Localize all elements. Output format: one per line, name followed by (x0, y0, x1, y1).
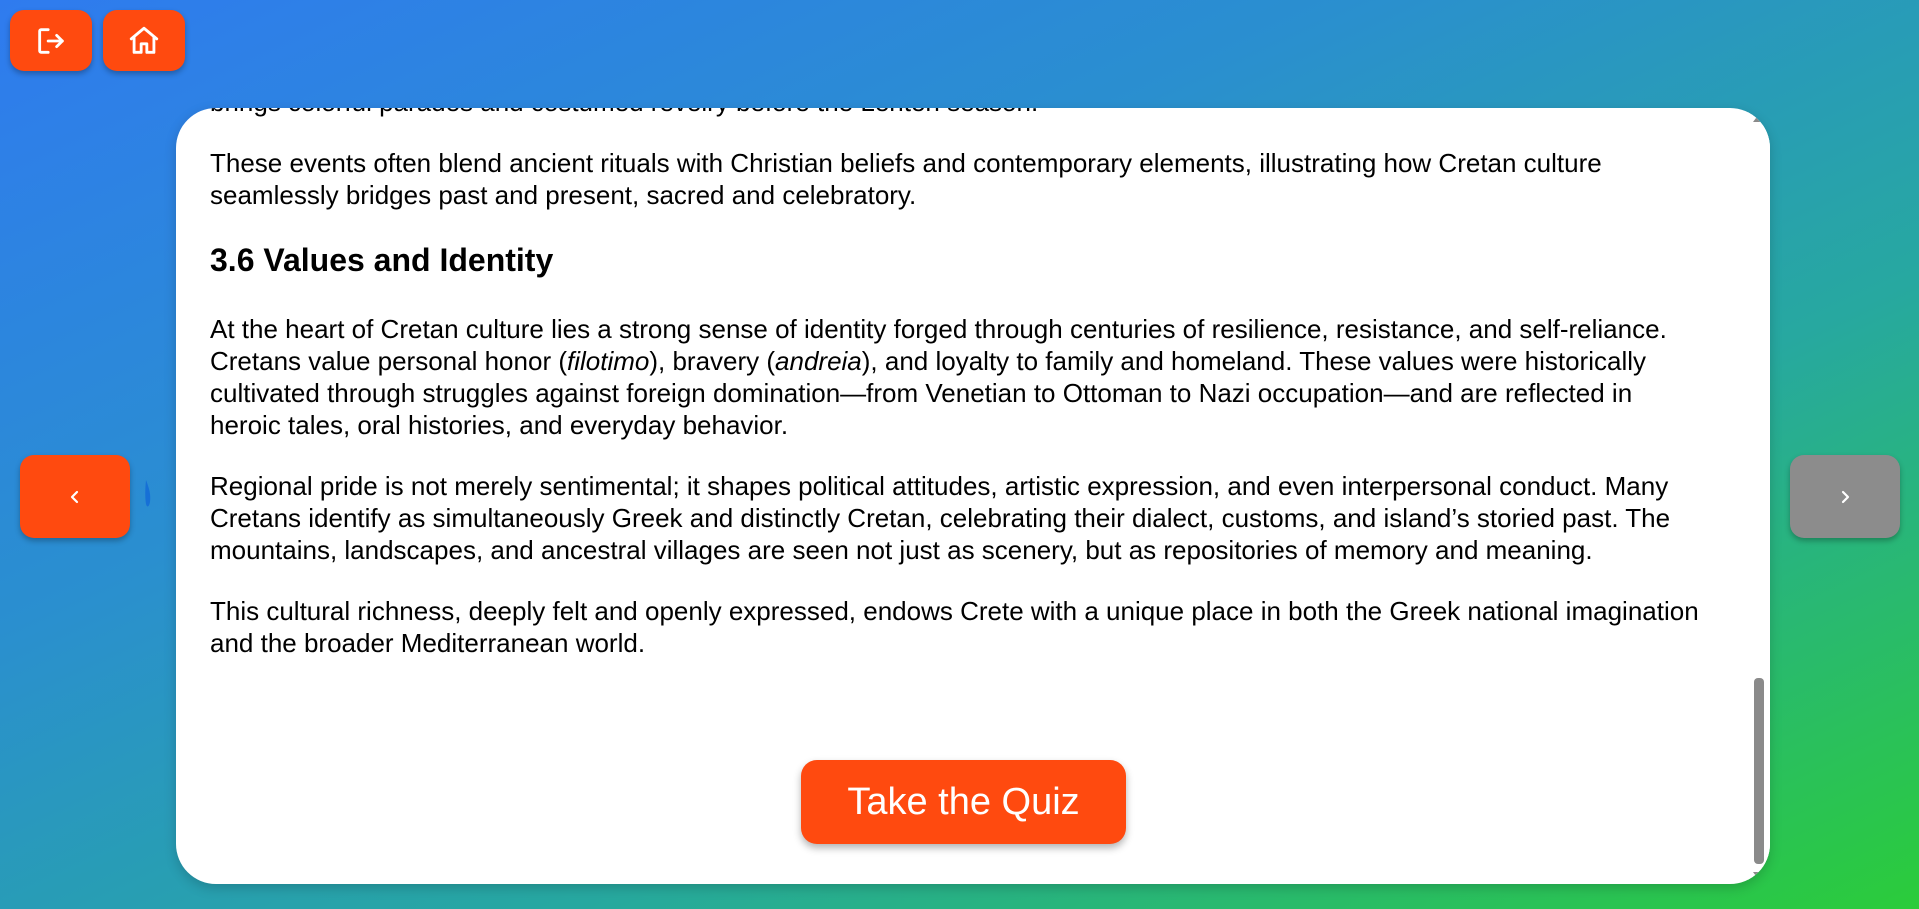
chevron-right-icon (1841, 490, 1850, 503)
scroll-down-arrow-icon[interactable] (1753, 872, 1765, 880)
logout-icon (38, 27, 64, 54)
paragraph-events: These events often blend ancient rituals… (210, 148, 1602, 210)
paragraph-pride: Regional pride is not merely sentimental… (210, 471, 1671, 565)
term-andreia: andreia (775, 346, 862, 376)
paragraph-heart: At the heart of Cretan culture lies a st… (210, 314, 1667, 440)
previous-page-button[interactable] (20, 455, 130, 538)
paragraph-richness: This cultural richness, deeply felt and … (210, 596, 1699, 658)
lesson-text: brings colorful parades and costumed rev… (210, 108, 1710, 688)
lesson-card: brings colorful parades and costumed rev… (176, 108, 1770, 884)
take-quiz-button[interactable]: Take the Quiz (801, 760, 1126, 844)
vertical-scrollbar[interactable] (1748, 108, 1770, 884)
water-drop-decoration (145, 480, 151, 507)
scroll-up-arrow-icon[interactable] (1753, 114, 1765, 122)
section-heading: 3.6 Values and Identity (210, 242, 554, 278)
lesson-content-scroll-area[interactable]: brings colorful parades and costumed rev… (176, 108, 1748, 884)
term-filotimo: filotimo (566, 346, 650, 376)
logout-button[interactable] (10, 10, 92, 71)
next-page-button[interactable] (1790, 455, 1900, 538)
home-button[interactable] (103, 10, 185, 71)
scrollbar-thumb[interactable] (1754, 678, 1764, 864)
chevron-left-icon (70, 490, 79, 503)
paragraph-carnival: brings colorful parades and costumed rev… (210, 108, 1710, 118)
home-icon (129, 26, 159, 54)
